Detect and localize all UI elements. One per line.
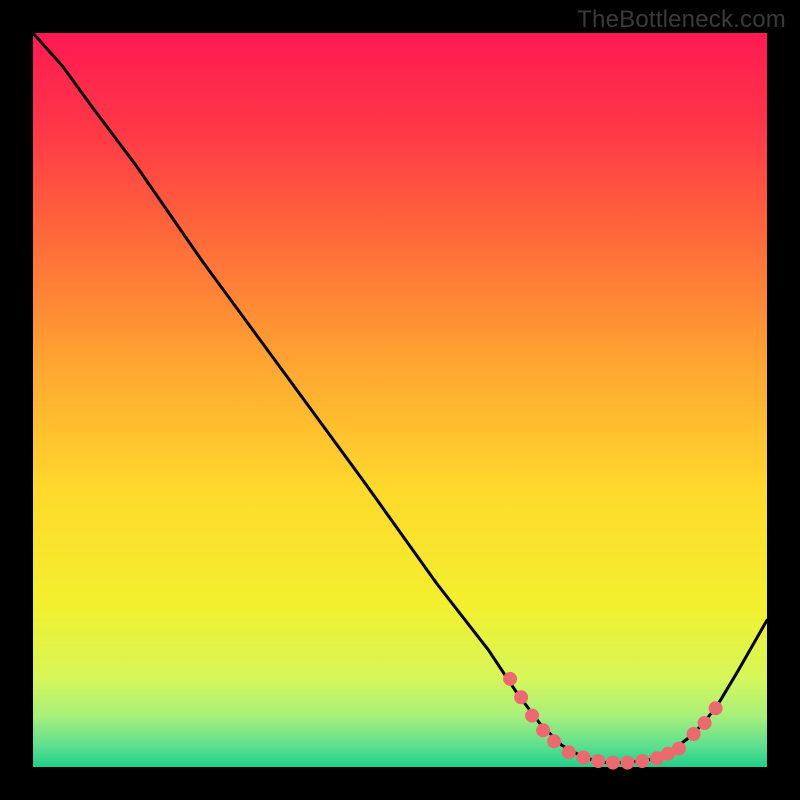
bottleneck-curve-chart: [0, 0, 800, 800]
curve-marker: [503, 672, 517, 686]
plot-background: [33, 33, 767, 767]
attribution-text: TheBottleneck.com: [577, 6, 786, 34]
chart-root: TheBottleneck.com: [0, 0, 800, 800]
curve-marker: [536, 723, 550, 737]
curve-marker: [698, 716, 712, 730]
curve-marker: [709, 701, 723, 715]
curve-marker: [577, 751, 591, 765]
curve-marker: [635, 754, 649, 768]
curve-marker: [687, 727, 701, 741]
curve-marker: [672, 742, 686, 756]
curve-marker: [525, 709, 539, 723]
curve-marker: [514, 690, 528, 704]
curve-marker: [591, 754, 605, 768]
curve-marker: [562, 745, 576, 759]
curve-marker: [547, 734, 561, 748]
curve-marker: [621, 756, 635, 770]
curve-marker: [606, 756, 620, 770]
